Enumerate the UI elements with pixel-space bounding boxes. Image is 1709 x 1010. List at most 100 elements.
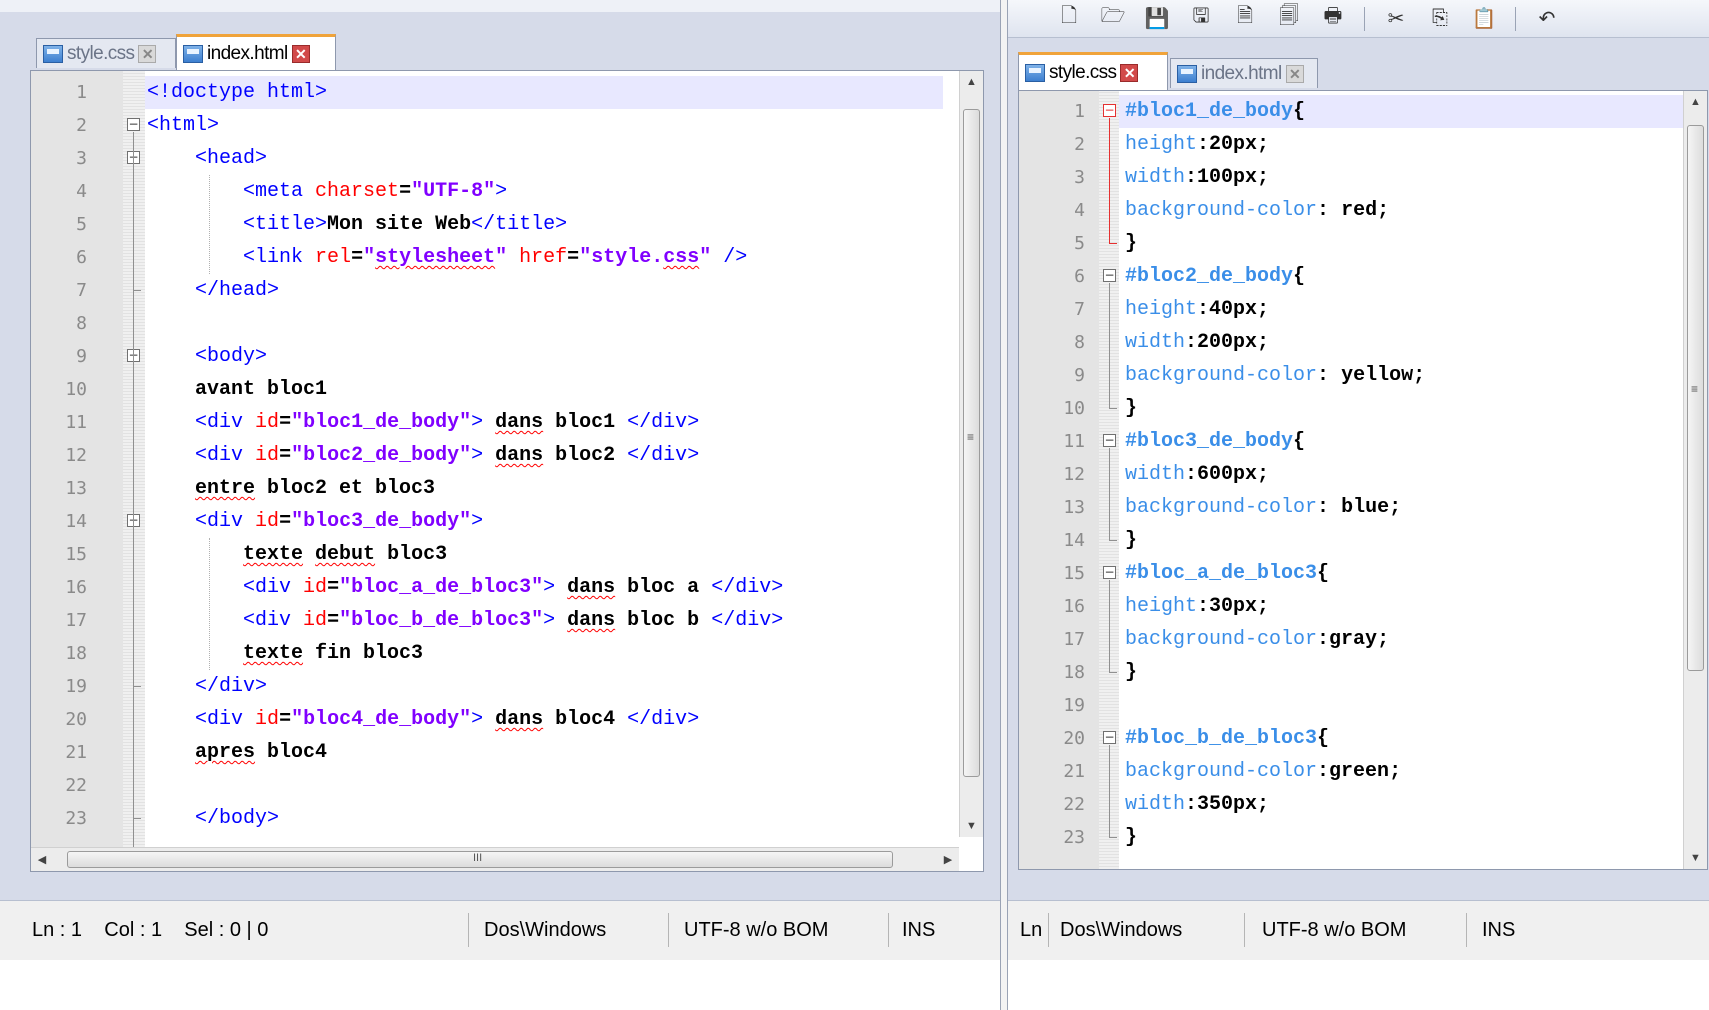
print-icon[interactable]: 🖶 [1320, 5, 1346, 31]
fold-end [1109, 837, 1117, 838]
code-editor-html[interactable]: 1 <!doctype html> 2 <html> 3 <head> 4 <meta c… [30, 70, 984, 872]
code-line[interactable]: 5 <title>Mon site Web</title> [31, 208, 959, 241]
encoding: UTF-8 w/o BOM [684, 919, 829, 941]
close-tab-icon[interactable]: ✕ [1285, 64, 1304, 83]
code-line[interactable]: 18} [1019, 656, 1683, 689]
horizontal-scrollbar[interactable]: ◀ III ▶ [31, 847, 959, 871]
code-line[interactable]: 1 #bloc1_de_body{ [1074, 95, 1683, 128]
scroll-thumb[interactable]: ≡ [1687, 125, 1704, 671]
code-line[interactable]: 12 <div id="bloc2_de_body"> dans bloc2 <… [31, 439, 959, 472]
close-tab-icon[interactable]: ✕ [138, 44, 157, 63]
code-line[interactable]: 6 #bloc2_de_body{ [1019, 260, 1683, 293]
code-line[interactable]: 4 <meta charset="UTF-8"> [31, 175, 959, 208]
scroll-down-icon[interactable]: ▼ [1684, 847, 1707, 869]
code-line[interactable]: 20 #bloc_b_de_bloc3{ [1019, 722, 1683, 755]
close-tab-icon[interactable]: ✕ [291, 44, 310, 63]
scroll-left-icon[interactable]: ◀ [31, 848, 53, 870]
code-line[interactable]: 14} [1019, 524, 1683, 557]
code-line[interactable]: 21 apres bloc4 [31, 736, 959, 769]
line-number: 12 [1063, 464, 1085, 485]
code-line[interactable]: 16 height:30px; [1019, 590, 1683, 623]
paste-icon[interactable]: 📋 [1471, 5, 1497, 31]
code-line[interactable]: 16 <div id="bloc_a_de_bloc3"> dans bloc … [31, 571, 959, 604]
scroll-up-icon[interactable]: ▲ [960, 71, 983, 93]
code-text: height:30px; [1125, 595, 1270, 618]
fold-toggle-icon[interactable]: − [1103, 104, 1116, 117]
code-line[interactable]: 13 entre bloc2 et bloc3 [31, 472, 959, 505]
code-line[interactable]: 11 #bloc3_de_body{ [1019, 425, 1683, 458]
tab-index-html[interactable]: index.html ✕ [1170, 58, 1318, 88]
fold-toggle-icon[interactable]: − [1103, 731, 1116, 744]
code-line[interactable]: 11 <div id="bloc1_de_body"> dans bloc1 <… [31, 406, 959, 439]
scroll-thumb[interactable]: ≡ [963, 109, 980, 777]
code-line[interactable]: 15 #bloc_a_de_bloc3{ [1019, 557, 1683, 590]
new-file-icon[interactable]: 🗋 [1056, 5, 1082, 31]
code-line[interactable]: 15 texte debut bloc3 [31, 538, 959, 571]
fold-end [1109, 243, 1117, 244]
copy-icon[interactable]: ⎘ [1427, 5, 1453, 31]
fold-toggle-icon[interactable]: − [127, 118, 140, 131]
code-line[interactable]: 17 <div id="bloc_b_de_bloc3"> dans bloc … [31, 604, 959, 637]
code-line[interactable]: 6 <link rel="stylesheet" href="style.css… [31, 241, 959, 274]
scroll-up-icon[interactable]: ▲ [1684, 91, 1707, 113]
code-editor-css[interactable]: 1 #bloc1_de_body{2 height:20px; 3 width:100p… [1018, 90, 1708, 870]
code-line[interactable]: 13 background-color: blue; [1019, 491, 1683, 524]
code-line[interactable]: 23 </body> [31, 802, 959, 835]
scroll-down-icon[interactable]: ▼ [960, 815, 983, 837]
code-line[interactable]: 10 avant bloc1 [31, 373, 959, 406]
code-text: </head> [195, 279, 280, 302]
code-line[interactable]: 10} [1019, 392, 1683, 425]
code-line[interactable]: 21 background-color:green; [1019, 755, 1683, 788]
code-line[interactable]: 17 background-color:gray; [1019, 623, 1683, 656]
code-line[interactable]: 9 <body> [31, 340, 959, 373]
close-all-icon[interactable]: 🗐 [1276, 5, 1302, 31]
close-file-icon[interactable]: 🗎 [1232, 5, 1258, 31]
split-divider[interactable] [1000, 0, 1008, 1010]
save-all-icon[interactable]: 🖫 [1188, 5, 1214, 31]
status-separator [668, 913, 669, 947]
code-line[interactable]: 5} [1019, 227, 1683, 260]
tab-style-css[interactable]: style.css ✕ [1018, 52, 1168, 90]
file-icon [1025, 63, 1045, 82]
code-line[interactable]: 14 <div id="bloc3_de_body"> [31, 505, 959, 538]
status-separator [888, 913, 889, 947]
code-line[interactable]: 22 [31, 769, 959, 802]
code-line[interactable]: 3 <head> [31, 142, 959, 175]
close-tab-icon[interactable]: ✕ [1120, 63, 1139, 82]
tab-index-html[interactable]: index.html ✕ [176, 34, 336, 70]
vertical-scrollbar[interactable]: ▲ ≡ ▼ [1683, 91, 1707, 869]
fold-toggle-icon[interactable]: − [1103, 434, 1116, 447]
tab-label[interactable]: index.html [207, 43, 288, 65]
code-line[interactable]: 23} [1019, 821, 1683, 854]
open-folder-icon[interactable]: 🗁 [1100, 5, 1126, 31]
code-line[interactable]: 1 <!doctype html> [76, 76, 943, 109]
code-line[interactable]: 18 texte fin bloc3 [31, 637, 959, 670]
save-icon[interactable]: 💾 [1144, 5, 1170, 31]
cut-icon[interactable]: ✂ [1383, 5, 1409, 31]
scroll-right-icon[interactable]: ▶ [937, 848, 959, 870]
code-line[interactable]: 7 height:40px; [1019, 293, 1683, 326]
code-line[interactable]: 4 background-color: red; [1019, 194, 1683, 227]
fold-toggle-icon[interactable]: − [1103, 269, 1116, 282]
code-line[interactable]: 22 width:350px; [1019, 788, 1683, 821]
code-line[interactable]: 7 </head> [31, 274, 959, 307]
fold-toggle-icon[interactable]: − [1103, 566, 1116, 579]
scroll-thumb[interactable]: III [67, 851, 893, 868]
code-line[interactable]: 20 <div id="bloc4_de_body"> dans bloc4 <… [31, 703, 959, 736]
file-icon [183, 44, 203, 63]
code-line[interactable]: 3 width:100px; [1019, 161, 1683, 194]
code-line[interactable]: 8 width:200px; [1019, 326, 1683, 359]
code-line[interactable]: 9 background-color: yellow; [1019, 359, 1683, 392]
code-line[interactable]: 8 [31, 307, 959, 340]
tab-bar-right: style.css ✕ index.html ✕ [1008, 50, 1709, 90]
tab-style-css[interactable]: style.css ✕ [36, 38, 176, 68]
code-text: #bloc_a_de_bloc3{ [1125, 562, 1330, 585]
code-line[interactable]: 12 width:600px; [1019, 458, 1683, 491]
undo-icon[interactable]: ↶ [1534, 5, 1560, 31]
code-line[interactable]: 19 [1019, 689, 1683, 722]
vertical-scrollbar[interactable]: ▲ ≡ ▼ [959, 71, 983, 837]
code-line[interactable]: 19 </div> [31, 670, 959, 703]
code-text: texte debut bloc3 [243, 543, 448, 566]
code-line[interactable]: 2 height:20px; [1019, 128, 1683, 161]
code-line[interactable]: 2 <html> [31, 109, 959, 142]
